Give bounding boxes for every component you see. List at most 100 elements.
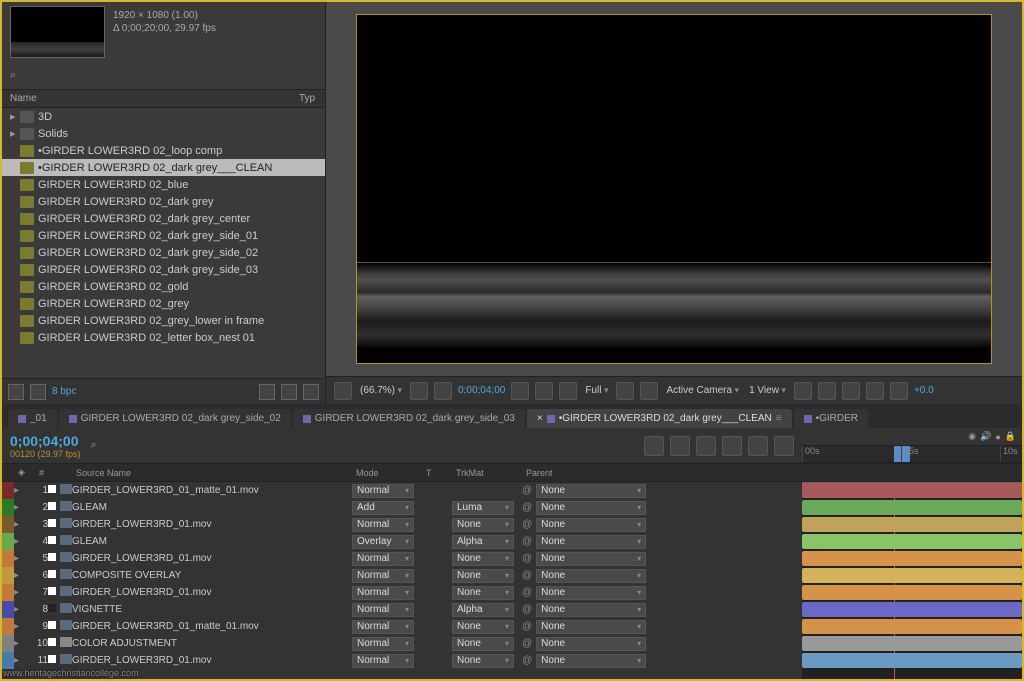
parent-dropdown[interactable]: None [536,484,646,498]
layer-bar[interactable] [802,551,1022,566]
blend-mode-dropdown[interactable]: Normal [352,484,414,498]
project-item[interactable]: GIRDER LOWER3RD 02_dark grey_side_02 [2,244,325,261]
trkmat-dropdown[interactable]: None [452,569,514,583]
project-item[interactable]: GIRDER LOWER3RD 02_blue [2,176,325,193]
grid-button[interactable] [410,382,428,400]
exposure-value[interactable]: +0.0 [914,385,934,396]
trkmat-dropdown[interactable]: None [452,620,514,634]
roi-button[interactable] [616,382,634,400]
layer-name[interactable]: COLOR ADJUSTMENT [72,638,352,649]
parent-dropdown[interactable]: None [536,569,646,583]
pixel-aspect-button[interactable] [794,382,812,400]
layer-bar[interactable] [802,483,1022,498]
trkmat-dropdown[interactable]: None [452,637,514,651]
audio-column-icon[interactable]: 🔊 [980,431,991,442]
layer-bar[interactable] [802,500,1022,515]
parent-dropdown[interactable]: None [536,637,646,651]
reset-exposure-button[interactable] [890,382,908,400]
timeline-tab[interactable]: •GIRDER [794,409,868,428]
parent-pickwhip-icon[interactable]: @ [522,502,532,513]
layer-row[interactable]: ▸ 8 VIGNETTE Normal Alpha @None [2,601,802,618]
project-item[interactable]: GIRDER LOWER3RD 02_dark grey [2,193,325,210]
layer-name[interactable]: GIRDER_LOWER3RD_01_matte_01.mov [72,621,352,632]
parent-dropdown[interactable]: None [536,603,646,617]
views-dropdown[interactable]: 1 View [747,385,788,396]
parent-dropdown[interactable]: None [536,535,646,549]
parent-pickwhip-icon[interactable]: @ [522,519,532,530]
viewer-timecode[interactable]: 0;00;04;00 [458,385,505,396]
parent-dropdown[interactable]: None [536,654,646,668]
blend-mode-dropdown[interactable]: Overlay [352,535,414,549]
parent-dropdown[interactable]: None [536,518,646,532]
flowchart-button[interactable] [866,382,884,400]
layer-bar[interactable] [802,534,1022,549]
project-settings-button[interactable] [30,384,46,400]
layer-row[interactable]: ▸ 9 GIRDER_LOWER3RD_01_matte_01.mov Norm… [2,618,802,635]
timeline-timecode[interactable]: 0;00;04;00 [10,433,81,449]
layer-row[interactable]: ▸ 11 GIRDER_LOWER3RD_01.mov Normal None … [2,652,802,669]
project-item[interactable]: •GIRDER LOWER3RD 02_dark grey___CLEAN [2,159,325,176]
blend-mode-dropdown[interactable]: Normal [352,518,414,532]
color-mgmt-button[interactable] [559,382,577,400]
trkmat-dropdown[interactable]: Alpha [452,535,514,549]
layer-name[interactable]: GIRDER_LOWER3RD_01.mov [72,519,352,530]
blend-mode-dropdown[interactable]: Normal [352,569,414,583]
bpc-button[interactable]: 8 bpc [52,386,76,397]
layer-name[interactable]: COMPOSITE OVERLAY [72,570,352,581]
layer-bars-area[interactable] [802,482,1022,679]
resolution-dropdown[interactable]: Full [583,385,610,396]
trkmat-dropdown[interactable]: Luma [452,501,514,515]
parent-dropdown[interactable]: None [536,620,646,634]
trkmat-dropdown[interactable]: None [452,518,514,532]
layer-bar[interactable] [802,619,1022,634]
solo-column-icon[interactable]: ● [995,432,1000,442]
layer-row[interactable]: ▸ 4 GLEAM Overlay Alpha @None [2,533,802,550]
project-item[interactable]: ▸3D [2,108,325,125]
project-item[interactable]: ▸Solids [2,125,325,142]
parent-dropdown[interactable]: None [536,586,646,600]
mask-toggle-button[interactable] [434,382,452,400]
layer-name[interactable]: GIRDER_LOWER3RD_01_matte_01.mov [72,485,352,496]
alpha-toggle-button[interactable] [334,382,352,400]
project-item[interactable]: GIRDER LOWER3RD 02_grey [2,295,325,312]
draft3d-button[interactable] [670,436,690,456]
graph-editor-button[interactable] [774,436,794,456]
project-col-name[interactable]: Name [2,90,295,107]
timeline-search-input[interactable] [97,438,247,453]
frame-blend-button[interactable] [722,436,742,456]
trkmat-dropdown[interactable]: None [452,654,514,668]
channels-button[interactable] [535,382,553,400]
motion-blur-button[interactable] [748,436,768,456]
lock-column-icon[interactable]: 🔒 [1005,431,1016,442]
timeline-tab[interactable]: GIRDER LOWER3RD 02_dark grey_side_02 [59,409,291,428]
blend-mode-dropdown[interactable]: Normal [352,637,414,651]
project-item[interactable]: GIRDER LOWER3RD 02_letter box_nest 01 [2,329,325,346]
layer-row[interactable]: ▸ 2 GLEAM Add Luma @None [2,499,802,516]
blend-mode-dropdown[interactable]: Normal [352,654,414,668]
layer-bar[interactable] [802,568,1022,583]
transparency-grid-button[interactable] [640,382,658,400]
parent-pickwhip-icon[interactable]: @ [522,638,532,649]
project-item[interactable]: GIRDER LOWER3RD 02_gold [2,278,325,295]
timeline-tab[interactable]: GIRDER LOWER3RD 02_dark grey_side_03 [293,409,525,428]
layer-row[interactable]: ▸ 6 COMPOSITE OVERLAY Normal None @None [2,567,802,584]
eye-column-icon[interactable]: ◉ [968,431,976,442]
viewer-canvas[interactable] [356,14,992,364]
camera-dropdown[interactable]: Active Camera [664,385,741,396]
comp-mini-flowchart-button[interactable] [644,436,664,456]
parent-pickwhip-icon[interactable]: @ [522,485,532,496]
shy-button[interactable] [696,436,716,456]
layer-bar[interactable] [802,585,1022,600]
interpret-footage-button[interactable] [8,384,24,400]
fast-preview-button[interactable] [818,382,836,400]
parent-pickwhip-icon[interactable]: @ [522,655,532,666]
parent-pickwhip-icon[interactable]: @ [522,604,532,615]
parent-dropdown[interactable]: None [536,552,646,566]
blend-mode-dropdown[interactable]: Normal [352,552,414,566]
project-item[interactable]: GIRDER LOWER3RD 02_dark grey_center [2,210,325,227]
col-source-name[interactable]: Source Name [72,464,352,481]
layer-name[interactable]: GIRDER_LOWER3RD_01.mov [72,553,352,564]
blend-mode-dropdown[interactable]: Normal [352,603,414,617]
parent-pickwhip-icon[interactable]: @ [522,621,532,632]
blend-mode-dropdown[interactable]: Add [352,501,414,515]
